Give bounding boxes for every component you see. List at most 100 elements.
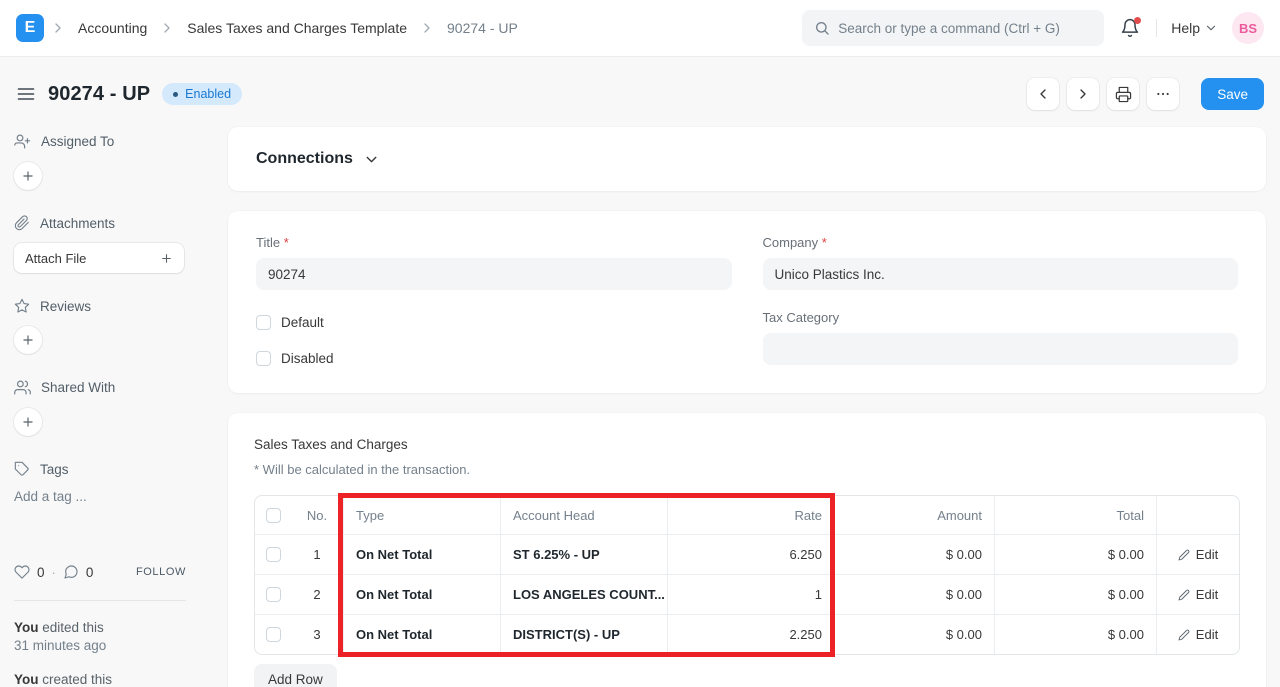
- attachments-label: Attachments: [40, 216, 115, 231]
- avatar[interactable]: BS: [1232, 12, 1264, 44]
- prev-record-button[interactable]: [1027, 78, 1059, 110]
- plus-icon: [160, 252, 173, 265]
- cell-amount[interactable]: $ 0.00: [834, 575, 994, 614]
- history-action: edited this: [42, 620, 104, 635]
- dot-separator: ·: [52, 565, 56, 580]
- shared-with-label: Shared With: [41, 380, 115, 395]
- cell-account-head[interactable]: LOS ANGELES COUNT...: [500, 575, 667, 614]
- cell-account-head[interactable]: ST 6.25% - UP: [500, 535, 667, 574]
- col-header-no: No.: [291, 496, 343, 534]
- row-checkbox[interactable]: [266, 547, 281, 562]
- edit-row-button[interactable]: Edit: [1178, 587, 1218, 602]
- tags-section: Tags: [14, 461, 200, 477]
- pencil-icon: [1178, 549, 1190, 561]
- select-all-checkbox[interactable]: [266, 508, 281, 523]
- save-button[interactable]: Save: [1201, 78, 1264, 110]
- history-who: You: [14, 620, 39, 635]
- tax-category-field[interactable]: [763, 333, 1239, 365]
- attach-file-button[interactable]: Attach File: [14, 243, 184, 273]
- breadcrumb-accounting[interactable]: Accounting: [72, 20, 153, 36]
- page-head: 90274 - UP Enabled Save: [0, 57, 1280, 127]
- edit-row-button[interactable]: Edit: [1178, 627, 1218, 642]
- search-icon: [814, 20, 830, 36]
- history-edited: You edited this 31 minutes ago: [14, 619, 200, 655]
- cell-rate[interactable]: 1: [667, 575, 834, 614]
- search-input[interactable]: [838, 21, 1092, 36]
- add-review-button[interactable]: [14, 326, 42, 354]
- taxes-section-note: * Will be calculated in the transaction.: [254, 462, 1240, 477]
- cell-account-head[interactable]: DISTRICT(S) - UP: [500, 615, 667, 654]
- comment-icon[interactable]: [63, 564, 79, 580]
- print-button[interactable]: [1107, 78, 1139, 110]
- global-search[interactable]: [802, 10, 1104, 46]
- connections-section-toggle[interactable]: Connections: [256, 150, 380, 168]
- add-tag-input[interactable]: Add a tag ...: [14, 489, 200, 504]
- pencil-icon: [1178, 589, 1190, 601]
- menu-ellipsis-button[interactable]: [1147, 78, 1179, 110]
- default-checkbox-row[interactable]: Default: [256, 315, 732, 330]
- row-checkbox[interactable]: [266, 587, 281, 602]
- row-number: 2: [291, 575, 343, 614]
- disabled-checkbox-row[interactable]: Disabled: [256, 351, 732, 366]
- heart-icon[interactable]: [14, 564, 30, 580]
- disabled-checkbox-label: Disabled: [281, 351, 334, 366]
- social-row: 0 · 0 FOLLOW: [14, 564, 186, 580]
- add-row-button[interactable]: Add Row: [254, 664, 337, 687]
- title-field-label: Title *: [256, 235, 732, 250]
- col-header-edit: [1156, 496, 1239, 534]
- cell-type[interactable]: On Net Total: [343, 575, 500, 614]
- attach-file-label: Attach File: [25, 251, 86, 266]
- title-field[interactable]: [256, 258, 732, 290]
- cell-total[interactable]: $ 0.00: [994, 575, 1156, 614]
- pencil-icon: [1178, 629, 1190, 641]
- default-checkbox[interactable]: [256, 315, 271, 330]
- company-field-label: Company *: [763, 235, 1239, 250]
- edit-row-button[interactable]: Edit: [1178, 547, 1218, 562]
- help-menu[interactable]: Help: [1171, 20, 1218, 36]
- breadcrumb-template-list[interactable]: Sales Taxes and Charges Template: [181, 20, 413, 36]
- chevron-right-icon: [1075, 86, 1091, 102]
- cell-amount[interactable]: $ 0.00: [834, 615, 994, 654]
- cell-amount[interactable]: $ 0.00: [834, 535, 994, 574]
- chevron-left-icon: [1035, 86, 1051, 102]
- add-share-button[interactable]: [14, 408, 42, 436]
- cell-total[interactable]: $ 0.00: [994, 615, 1156, 654]
- printer-icon: [1115, 86, 1132, 103]
- cell-type[interactable]: On Net Total: [343, 535, 500, 574]
- status-badge: Enabled: [162, 83, 242, 105]
- ellipsis-icon: [1155, 86, 1171, 102]
- cell-rate[interactable]: 6.250: [667, 535, 834, 574]
- star-icon: [14, 298, 30, 314]
- reviews-section: Reviews: [14, 298, 200, 314]
- app-logo-icon[interactable]: E: [16, 14, 44, 42]
- table-row: 1 On Net Total ST 6.25% - UP 6.250 $ 0.0…: [255, 534, 1239, 574]
- required-asterisk: *: [284, 235, 289, 250]
- edit-label: Edit: [1196, 547, 1218, 562]
- sidebar-divider: [14, 600, 186, 601]
- next-record-button[interactable]: [1067, 78, 1099, 110]
- disabled-checkbox[interactable]: [256, 351, 271, 366]
- company-field[interactable]: [763, 258, 1239, 290]
- taxes-table: No. Type Account Head Rate Amount Total …: [254, 495, 1240, 655]
- like-count: 0: [37, 565, 45, 580]
- notifications-bell-icon[interactable]: [1118, 16, 1142, 40]
- cell-rate[interactable]: 2.250: [667, 615, 834, 654]
- add-assignment-button[interactable]: [14, 162, 42, 190]
- cell-type[interactable]: On Net Total: [343, 615, 500, 654]
- breadcrumb: E Accounting Sales Taxes and Charges Tem…: [16, 14, 524, 42]
- edit-label: Edit: [1196, 627, 1218, 642]
- connections-title: Connections: [256, 150, 353, 168]
- row-checkbox[interactable]: [266, 627, 281, 642]
- assigned-to-label: Assigned To: [41, 134, 114, 149]
- help-label: Help: [1171, 20, 1200, 36]
- edit-label: Edit: [1196, 587, 1218, 602]
- assigned-to-section: Assigned To: [14, 133, 200, 150]
- reviews-label: Reviews: [40, 299, 91, 314]
- sidebar-toggle-icon[interactable]: [16, 84, 36, 104]
- chevron-right-icon: [50, 20, 66, 36]
- table-row: 2 On Net Total LOS ANGELES COUNT... 1 $ …: [255, 574, 1239, 614]
- follow-button[interactable]: FOLLOW: [136, 566, 186, 578]
- cell-total[interactable]: $ 0.00: [994, 535, 1156, 574]
- plus-icon: [21, 333, 35, 347]
- details-card: Title * Default Disabled Company *: [228, 211, 1266, 393]
